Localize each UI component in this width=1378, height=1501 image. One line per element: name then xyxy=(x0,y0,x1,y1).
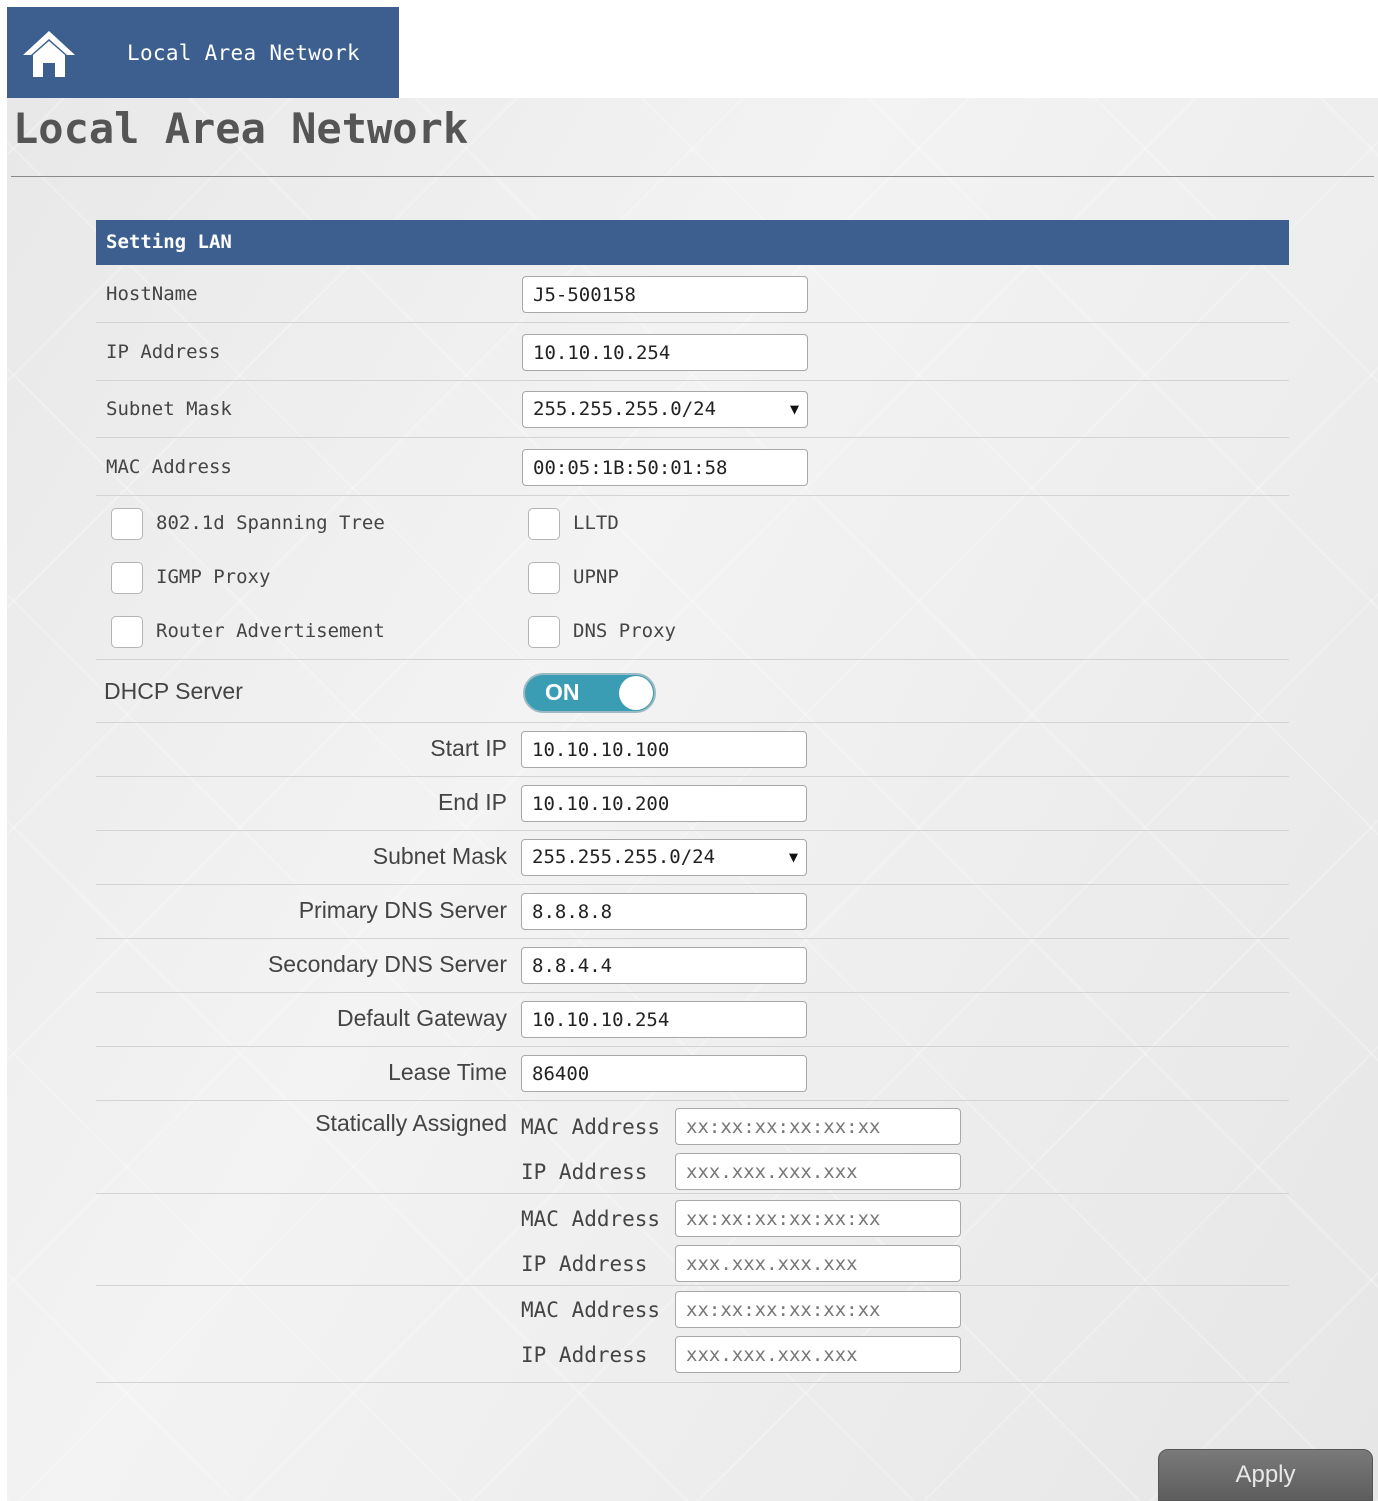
secondary-dns-input[interactable] xyxy=(521,947,807,984)
stp-label: 802.1d Spanning Tree xyxy=(156,512,385,534)
igmp-proxy-checkbox[interactable] xyxy=(111,562,143,594)
secondary-dns-label: Secondary DNS Server xyxy=(267,951,507,977)
igmp-proxy-label: IGMP Proxy xyxy=(156,566,271,588)
title-divider xyxy=(11,176,1374,177)
start-ip-label: Start IP xyxy=(430,735,507,761)
router-advertisement-label: Router Advertisement xyxy=(156,620,385,642)
dhcp-subnet-mask-select[interactable]: 255.255.255.0/24 ▼ xyxy=(521,839,807,876)
static-mac-label: MAC Address xyxy=(521,1207,661,1231)
default-gateway-input[interactable] xyxy=(521,1001,807,1038)
main-content: Local Area Network Setting LAN HostName … xyxy=(7,98,1378,1501)
apply-button[interactable]: Apply xyxy=(1158,1449,1373,1501)
subnet-mask-label: Subnet Mask xyxy=(106,398,232,420)
static-entry-1: MAC Address IP Address xyxy=(96,1101,1289,1194)
static-ip-input[interactable] xyxy=(675,1245,961,1282)
static-mac-label: MAC Address xyxy=(521,1115,661,1139)
secondary-dns-row: Secondary DNS Server xyxy=(96,939,1289,993)
static-entry-3: MAC Address IP Address xyxy=(96,1286,1289,1383)
top-breadcrumb-bar: Local Area Network xyxy=(7,7,399,98)
dropdown-arrow-icon: ▼ xyxy=(789,400,799,418)
lltd-checkbox[interactable] xyxy=(528,508,560,540)
ip-address-input[interactable] xyxy=(522,334,808,371)
page-title: Local Area Network xyxy=(13,104,469,153)
subnet-mask-select[interactable]: 255.255.255.0/24 ▼ xyxy=(522,391,808,428)
stp-checkbox[interactable] xyxy=(111,508,143,540)
upnp-checkbox[interactable] xyxy=(528,562,560,594)
dropdown-arrow-icon: ▼ xyxy=(788,848,798,866)
static-ip-label: IP Address xyxy=(521,1343,648,1367)
hostname-row: HostName xyxy=(96,265,1289,323)
static-mac-label: MAC Address xyxy=(521,1298,661,1322)
lease-time-label: Lease Time xyxy=(388,1059,507,1085)
default-gateway-label: Default Gateway xyxy=(336,1005,507,1031)
default-gateway-row: Default Gateway xyxy=(96,993,1289,1047)
ip-address-label: IP Address xyxy=(106,341,221,363)
ip-address-row: IP Address xyxy=(96,323,1289,381)
static-mac-input[interactable] xyxy=(675,1291,961,1328)
section-header: Setting LAN xyxy=(96,220,1289,265)
toggle-knob xyxy=(619,676,653,710)
dns-proxy-label: DNS Proxy xyxy=(573,620,676,642)
options-checkbox-block: 802.1d Spanning Tree LLTD IGMP Proxy UPN… xyxy=(96,496,1289,660)
subnet-mask-row: Subnet Mask 255.255.255.0/24 ▼ xyxy=(96,381,1289,438)
dns-proxy-checkbox[interactable] xyxy=(528,616,560,648)
lease-time-row: Lease Time xyxy=(96,1047,1289,1101)
end-ip-input[interactable] xyxy=(521,785,807,822)
static-mac-input[interactable] xyxy=(675,1108,961,1145)
dhcp-server-toggle[interactable]: ON xyxy=(523,673,656,713)
dhcp-subnet-mask-label: Subnet Mask xyxy=(372,843,507,869)
start-ip-input[interactable] xyxy=(521,731,807,768)
static-ip-label: IP Address xyxy=(521,1252,648,1276)
hostname-input[interactable] xyxy=(522,276,808,313)
home-icon[interactable] xyxy=(21,27,77,79)
dhcp-subnet-mask-row: Subnet Mask 255.255.255.0/24 ▼ xyxy=(96,831,1289,885)
static-ip-input[interactable] xyxy=(675,1153,961,1190)
primary-dns-row: Primary DNS Server xyxy=(96,885,1289,939)
static-mac-input[interactable] xyxy=(675,1200,961,1237)
primary-dns-label: Primary DNS Server xyxy=(298,897,507,923)
toggle-on-text: ON xyxy=(545,679,580,705)
end-ip-row: End IP xyxy=(96,777,1289,831)
router-advertisement-checkbox[interactable] xyxy=(111,616,143,648)
end-ip-label: End IP xyxy=(437,789,507,815)
mac-address-input[interactable] xyxy=(522,449,808,486)
mac-address-label: MAC Address xyxy=(106,456,232,478)
dhcp-subnet-mask-value: 255.255.255.0/24 xyxy=(532,846,716,868)
lltd-label: LLTD xyxy=(573,512,619,534)
dhcp-server-row: DHCP Server ON xyxy=(96,660,1289,723)
upnp-label: UPNP xyxy=(573,566,619,588)
breadcrumb[interactable]: Local Area Network xyxy=(127,41,360,65)
static-ip-label: IP Address xyxy=(521,1160,648,1184)
lease-time-input[interactable] xyxy=(521,1055,807,1092)
static-ip-input[interactable] xyxy=(675,1336,961,1373)
dhcp-server-label: DHCP Server xyxy=(104,678,243,704)
subnet-mask-value: 255.255.255.0/24 xyxy=(533,398,717,420)
start-ip-row: Start IP xyxy=(96,723,1289,777)
hostname-label: HostName xyxy=(106,283,198,305)
mac-address-row: MAC Address xyxy=(96,438,1289,496)
primary-dns-input[interactable] xyxy=(521,893,807,930)
static-entry-2: MAC Address IP Address xyxy=(96,1194,1289,1286)
